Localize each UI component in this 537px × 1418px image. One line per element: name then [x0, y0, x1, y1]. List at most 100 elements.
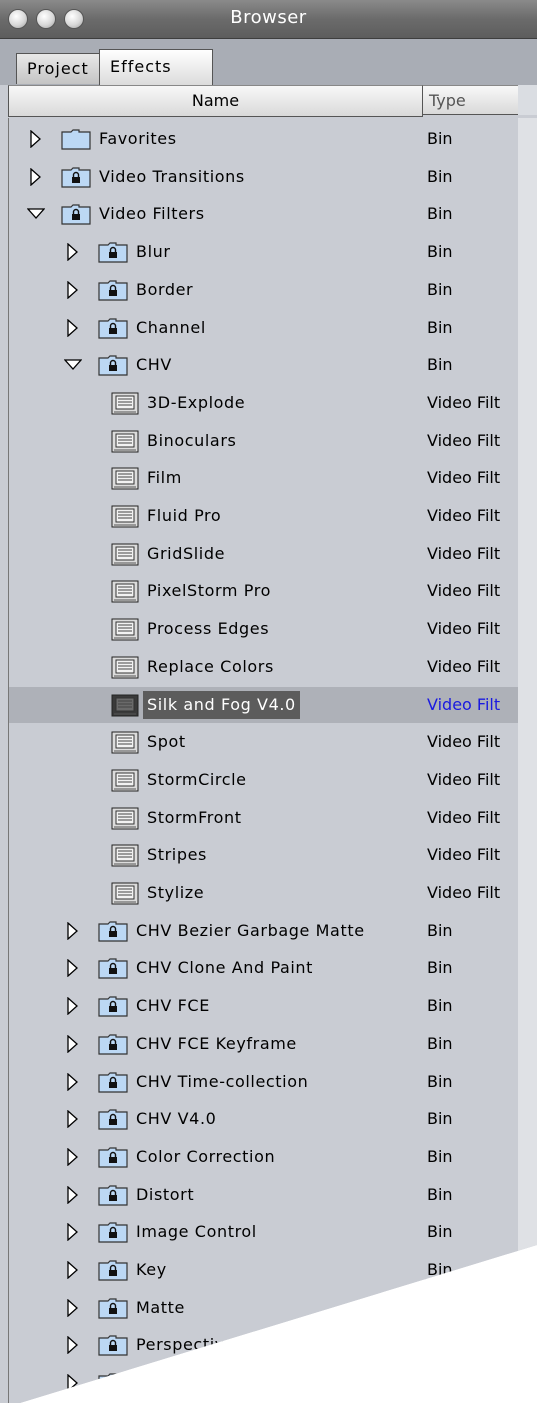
list-row[interactable]: CHV FCE Keyframe [9, 1026, 425, 1062]
disclosure-collapsed-icon[interactable] [64, 1147, 82, 1167]
disclosure-collapsed-icon[interactable] [64, 1298, 82, 1318]
list-row[interactable]: Replace Colors [9, 649, 425, 685]
list-row[interactable]: Silk and Fog V4.0 [9, 686, 425, 723]
disclosure-collapsed-icon[interactable] [64, 1373, 82, 1393]
column-header-name[interactable]: Name [8, 85, 423, 117]
list-row[interactable]: Perspective [9, 1327, 425, 1363]
column-header-type[interactable]: Type [423, 85, 518, 115]
row-name: Process Edges [147, 619, 270, 639]
list-row[interactable]: Channel [9, 310, 425, 346]
list-row[interactable]: Process Edges [9, 611, 425, 647]
row-name: Distort [136, 1184, 195, 1204]
disclosure-collapsed-icon[interactable] [64, 958, 82, 978]
list-row[interactable]: 3D-Explode [9, 385, 425, 421]
row-name: Stylize [147, 883, 205, 902]
disclosure-collapsed-icon[interactable] [64, 921, 82, 941]
disclosure-collapsed-icon[interactable] [64, 1034, 82, 1054]
list-row[interactable]: CHV FCE [9, 988, 425, 1024]
video-filter-icon [111, 654, 139, 680]
tab-bar: Project Effects [0, 39, 537, 85]
locked-bin-icon [98, 1108, 128, 1130]
list-row[interactable]: Video Transitions [9, 159, 425, 195]
list-row[interactable]: Color Correction [9, 1139, 425, 1175]
disclosure-collapsed-icon[interactable] [64, 1222, 82, 1242]
list-row[interactable] [9, 1365, 425, 1401]
video-filter-icon [111, 880, 139, 906]
list-row[interactable]: Video Filters [9, 196, 425, 232]
disclosure-collapsed-icon[interactable] [64, 996, 82, 1016]
row-name: Channel [136, 317, 206, 337]
row-name: Spot [147, 732, 186, 752]
locked-bin-icon [98, 995, 128, 1017]
effects-list[interactable]: Favorites Video Transitions Video Filters B… [8, 118, 426, 1403]
list-row[interactable]: Distort [9, 1177, 425, 1213]
disclosure-collapsed-icon[interactable] [64, 1072, 82, 1091]
list-row[interactable]: Matte [9, 1290, 425, 1326]
row-name: Binoculars [147, 430, 237, 450]
disclosure-expanded-icon[interactable] [26, 205, 46, 223]
locked-bin-icon [98, 354, 128, 376]
row-type: Bin [427, 1033, 453, 1053]
list-row[interactable]: Border [9, 272, 425, 308]
disclosure-collapsed-icon[interactable] [64, 280, 82, 300]
disclosure-collapsed-icon[interactable] [64, 318, 82, 337]
list-row[interactable]: Image Control [9, 1214, 425, 1250]
list-row[interactable]: Stripes [9, 837, 425, 873]
locked-bin-icon [98, 1221, 128, 1243]
row-name: Border [136, 279, 194, 299]
locked-bin-icon [98, 1071, 128, 1093]
disclosure-collapsed-icon[interactable] [27, 167, 45, 187]
list-row[interactable]: Blur [9, 234, 425, 270]
video-filter-icon [111, 692, 139, 718]
list-row[interactable]: Film [9, 460, 425, 496]
row-type: Video Filt [427, 769, 501, 789]
disclosure-expanded-icon[interactable] [63, 356, 83, 374]
row-name: CHV FCE [136, 996, 210, 1016]
list-row[interactable]: Stylize [9, 875, 425, 911]
video-filter-icon [111, 465, 139, 491]
locked-bin-icon [98, 1146, 128, 1168]
list-row[interactable]: GridSlide [9, 536, 425, 572]
list-row[interactable]: CHV Clone And Paint [9, 950, 425, 986]
disclosure-collapsed-icon[interactable] [64, 1109, 82, 1129]
video-filter-icon [111, 842, 139, 868]
row-type: Video Filt [427, 543, 501, 563]
locked-bin-icon [98, 279, 128, 301]
folder-icon [61, 128, 91, 150]
locked-bin-icon [61, 166, 91, 188]
row-name: Film [147, 468, 182, 488]
disclosure-collapsed-icon[interactable] [64, 1260, 82, 1280]
row-name: Video Filters [99, 204, 205, 224]
list-row[interactable]: Binoculars [9, 423, 425, 459]
list-row[interactable]: CHV [9, 347, 425, 383]
row-type: Bin [427, 1297, 453, 1317]
list-row[interactable]: Key [9, 1252, 425, 1288]
list-row[interactable]: CHV Bezier Garbage Matte [9, 913, 425, 949]
list-row[interactable]: CHV Time-collection [9, 1064, 425, 1100]
list-row[interactable]: StormFront [9, 800, 425, 836]
row-type: Video Filt [427, 581, 501, 601]
list-row[interactable]: PixelStorm Pro [9, 573, 425, 609]
row-name: Silk and Fog V4.0 [143, 690, 300, 719]
locked-bin-icon [98, 957, 128, 979]
row-name: CHV [136, 355, 172, 375]
row-name: Fluid Pro [147, 506, 222, 525]
title-bar[interactable]: Browser [0, 0, 537, 39]
tab-effects[interactable]: Effects [99, 49, 213, 85]
row-type: Bin [427, 317, 453, 337]
row-name: CHV Time-collection [136, 1071, 309, 1091]
list-row[interactable]: StormCircle [9, 762, 425, 798]
list-row[interactable]: CHV V4.0 [9, 1101, 425, 1137]
list-row[interactable]: Fluid Pro [9, 498, 425, 534]
list-row[interactable]: Favorites [9, 121, 425, 157]
disclosure-collapsed-icon[interactable] [64, 242, 82, 262]
row-name: GridSlide [147, 543, 226, 563]
list-row[interactable]: Spot [9, 724, 425, 760]
video-filter-icon [111, 428, 139, 454]
tab-project[interactable]: Project [16, 53, 110, 84]
disclosure-collapsed-icon[interactable] [27, 129, 45, 149]
disclosure-collapsed-icon[interactable] [64, 1335, 82, 1355]
disclosure-collapsed-icon[interactable] [64, 1185, 82, 1205]
locked-bin-icon [98, 1259, 128, 1281]
list-edge [518, 118, 537, 1403]
